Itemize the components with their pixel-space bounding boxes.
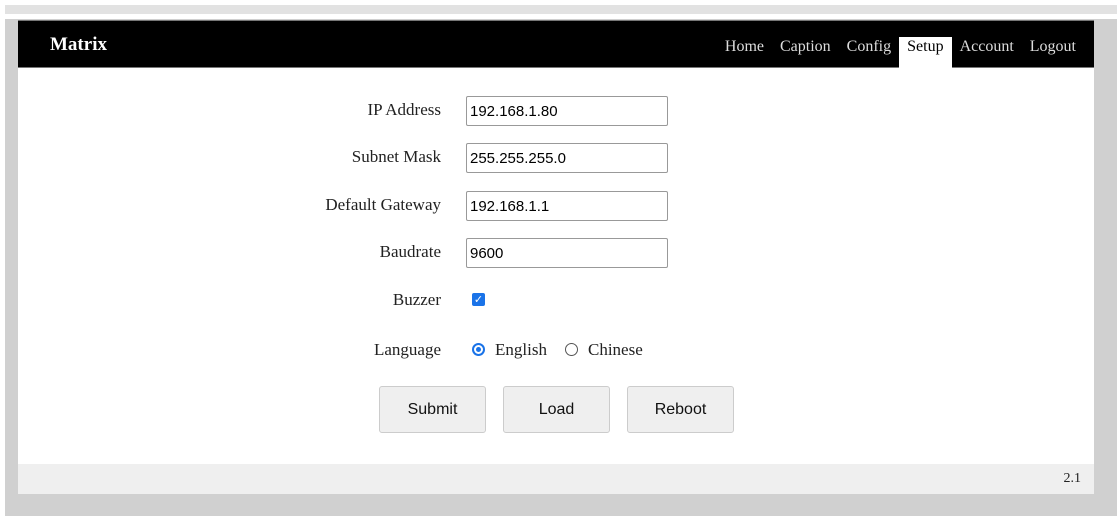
subnet-mask-input[interactable]	[466, 143, 668, 173]
nav-caption[interactable]: Caption	[772, 37, 839, 68]
english-label: English	[495, 340, 547, 359]
version-label: 2.1	[1063, 471, 1082, 486]
nav-logout[interactable]: Logout	[1022, 37, 1084, 68]
setup-form: IP Address Subnet Mask Default Gateway B…	[18, 68, 1094, 464]
buzzer-checkbox[interactable]: ✓	[472, 293, 485, 306]
nav-bar: Home Caption Config Setup Account Logout	[717, 21, 1084, 68]
nav-config[interactable]: Config	[839, 37, 899, 68]
nav-home[interactable]: Home	[717, 37, 772, 68]
mask-row: Subnet Mask	[18, 143, 1094, 173]
load-button[interactable]: Load	[503, 386, 610, 433]
reboot-button[interactable]: Reboot	[627, 386, 734, 433]
ip-address-input[interactable]	[466, 96, 668, 126]
baud-row: Baudrate	[18, 238, 1094, 268]
baudrate-input[interactable]	[466, 238, 668, 268]
language-label: Language	[373, 340, 441, 359]
buzzer-label: Buzzer	[392, 290, 441, 309]
chinese-label: Chinese	[588, 340, 643, 359]
ip-row: IP Address	[18, 96, 1094, 126]
brand-logo: Matrix	[50, 34, 107, 55]
header: Matrix Home Caption Config Setup Account…	[18, 20, 1094, 68]
chinese-radio[interactable]	[565, 343, 578, 356]
baud-label: Baudrate	[379, 242, 441, 261]
mask-label: Subnet Mask	[351, 147, 441, 166]
gateway-input[interactable]	[466, 191, 668, 221]
gateway-label: Default Gateway	[325, 195, 441, 214]
submit-button[interactable]: Submit	[379, 386, 486, 433]
gateway-row: Default Gateway	[18, 191, 1094, 221]
ip-label: IP Address	[367, 100, 441, 119]
english-radio[interactable]	[472, 343, 485, 356]
footer: 2.1	[18, 464, 1094, 494]
nav-setup[interactable]: Setup	[899, 37, 952, 68]
nav-account[interactable]: Account	[952, 37, 1022, 68]
buzzer-row: Buzzer ✓	[18, 286, 1094, 316]
top-strip	[5, 5, 1117, 14]
language-row: Language English Chinese	[18, 336, 1094, 366]
